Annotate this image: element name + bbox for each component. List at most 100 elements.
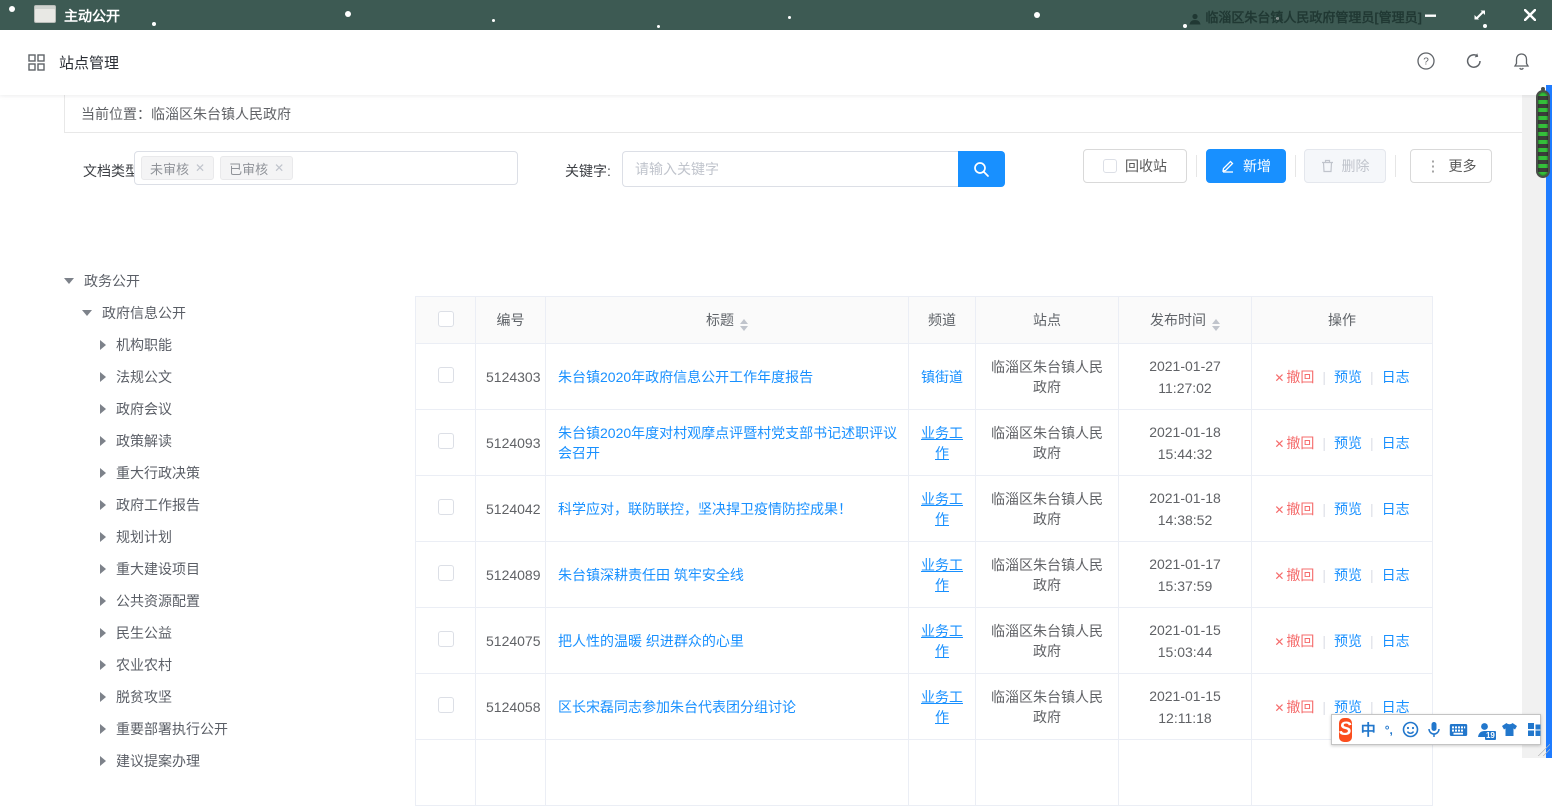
tag-remove-icon[interactable]: ✕	[195, 161, 205, 175]
tree-item[interactable]: 脱贫攻坚	[60, 681, 410, 713]
caret-right-icon[interactable]	[100, 564, 106, 574]
withdraw-link[interactable]: ✕撤回	[1274, 633, 1314, 649]
keyword-input[interactable]	[622, 151, 958, 187]
recycle-checkbox[interactable]	[1103, 159, 1117, 173]
caret-right-icon[interactable]	[100, 628, 106, 638]
sort-carets-icon[interactable]	[740, 319, 748, 331]
add-button[interactable]: 新增	[1206, 149, 1286, 183]
caret-right-icon[interactable]	[100, 660, 106, 670]
doc-type-multiselect[interactable]: 未审核 ✕ 已审核 ✕	[134, 151, 518, 185]
tree-item[interactable]: 政府信息公开	[60, 297, 410, 329]
withdraw-link[interactable]: ✕撤回	[1274, 567, 1314, 583]
delete-button[interactable]: 删除	[1304, 149, 1386, 183]
search-button[interactable]	[958, 151, 1005, 187]
log-link[interactable]: 日志	[1382, 369, 1410, 385]
ime-keyboard-icon[interactable]	[1449, 723, 1468, 737]
caret-right-icon[interactable]	[100, 436, 106, 446]
tree-item[interactable]: 法规公文	[60, 361, 410, 393]
doc-title-link[interactable]: 科学应对，联防联控，坚决捍卫疫情防控成果！	[558, 501, 852, 517]
caret-down-icon[interactable]	[82, 310, 92, 316]
tree-item[interactable]: 民生公益	[60, 617, 410, 649]
sogou-logo-icon[interactable]: S	[1339, 718, 1352, 742]
log-link[interactable]: 日志	[1382, 501, 1410, 517]
doc-title-link[interactable]: 把人性的温暖 织进群众的心里	[558, 633, 744, 649]
caret-right-icon[interactable]	[100, 468, 106, 478]
caret-right-icon[interactable]	[100, 340, 106, 350]
caret-right-icon[interactable]	[100, 404, 106, 414]
ime-mode-chinese[interactable]: 中	[1361, 719, 1376, 740]
recycle-bin-button[interactable]: 回收站	[1083, 149, 1187, 183]
tree-item[interactable]: 政府工作报告	[60, 489, 410, 521]
row-checkbox[interactable]	[438, 367, 454, 383]
row-checkbox[interactable]	[438, 565, 454, 581]
close-button[interactable]	[1522, 7, 1538, 23]
preview-link[interactable]: 预览	[1334, 369, 1362, 385]
ime-emoji-icon[interactable]	[1402, 721, 1419, 738]
channel-link[interactable]: 业务工作	[921, 425, 963, 461]
log-link[interactable]: 日志	[1382, 633, 1410, 649]
tree-item[interactable]: 重要部署执行公开	[60, 713, 410, 745]
channel-link[interactable]: 业务工作	[921, 689, 963, 725]
row-checkbox[interactable]	[438, 499, 454, 515]
caret-right-icon[interactable]	[100, 372, 106, 382]
withdraw-link[interactable]: ✕撤回	[1274, 501, 1314, 517]
channel-link[interactable]: 业务工作	[921, 491, 963, 527]
tree-item[interactable]: 政务公开	[60, 265, 410, 297]
tree-item[interactable]: 重大行政决策	[60, 457, 410, 489]
withdraw-link[interactable]: ✕撤回	[1274, 435, 1314, 451]
help-icon[interactable]: ?	[1417, 52, 1435, 73]
caret-right-icon[interactable]	[100, 692, 106, 702]
doc-title-link[interactable]: 朱台镇2020年政府信息公开工作年度报告	[558, 369, 813, 385]
caret-right-icon[interactable]	[100, 500, 106, 510]
channel-link[interactable]: 业务工作	[921, 623, 963, 659]
tree-item[interactable]: 机构职能	[60, 329, 410, 361]
sort-carets-icon[interactable]	[1212, 319, 1220, 331]
ime-menu-grid-icon[interactable]	[1527, 722, 1542, 737]
notification-bell-icon[interactable]	[1513, 52, 1530, 74]
preview-link[interactable]: 预览	[1334, 501, 1362, 517]
tree-item[interactable]: 规划计划	[60, 521, 410, 553]
caret-right-icon[interactable]	[100, 596, 106, 606]
ime-account-icon[interactable]: 19	[1477, 722, 1492, 738]
log-link[interactable]: 日志	[1382, 435, 1410, 451]
doc-title-link[interactable]: 区长宋磊同志参加朱台代表团分组讨论	[558, 699, 796, 715]
maximize-button[interactable]	[1472, 7, 1488, 23]
preview-link[interactable]: 预览	[1334, 567, 1362, 583]
more-button[interactable]: ⋮ 更多	[1410, 149, 1492, 183]
tree-item[interactable]: 农业农村	[60, 649, 410, 681]
preview-link[interactable]: 预览	[1334, 633, 1362, 649]
tree-item[interactable]: 公共资源配置	[60, 585, 410, 617]
withdraw-link[interactable]: ✕撤回	[1274, 369, 1314, 385]
grid-menu-icon[interactable]	[28, 54, 45, 71]
channel-link[interactable]: 镇街道	[921, 369, 963, 385]
doc-title-link[interactable]: 朱台镇深耕责任田 筑牢安全线	[558, 567, 744, 583]
preview-link[interactable]: 预览	[1334, 435, 1362, 451]
channel-link[interactable]: 业务工作	[921, 557, 963, 593]
withdraw-link[interactable]: ✕撤回	[1274, 699, 1314, 715]
caret-right-icon[interactable]	[100, 532, 106, 542]
tag-remove-icon[interactable]: ✕	[274, 161, 284, 175]
ime-mic-icon[interactable]	[1428, 721, 1440, 738]
ime-skin-icon[interactable]	[1501, 722, 1518, 737]
caret-down-icon[interactable]	[64, 278, 74, 284]
tree-item[interactable]: 建议提案办理	[60, 745, 410, 777]
tree-item[interactable]: 政府会议	[60, 393, 410, 425]
scrollbar-track[interactable]	[1522, 85, 1546, 758]
row-checkbox[interactable]	[438, 631, 454, 647]
log-link[interactable]: 日志	[1382, 699, 1410, 715]
tree-item[interactable]: 政策解读	[60, 425, 410, 457]
column-header[interactable]: 发布时间	[1119, 297, 1252, 344]
scrollbar-thumb[interactable]	[1536, 90, 1550, 178]
tree-item[interactable]: 重大建设项目	[60, 553, 410, 585]
row-checkbox[interactable]	[438, 433, 454, 449]
window-resize-grip[interactable]	[1536, 742, 1550, 756]
refresh-icon[interactable]	[1465, 52, 1483, 73]
ime-punctuation-icon[interactable]: °,	[1385, 723, 1393, 737]
minimize-button[interactable]	[1422, 7, 1438, 23]
select-all-checkbox[interactable]	[438, 311, 454, 327]
column-header[interactable]: 标题	[546, 297, 909, 344]
caret-right-icon[interactable]	[100, 724, 106, 734]
log-link[interactable]: 日志	[1382, 567, 1410, 583]
row-checkbox[interactable]	[438, 697, 454, 713]
preview-link[interactable]: 预览	[1334, 699, 1362, 715]
